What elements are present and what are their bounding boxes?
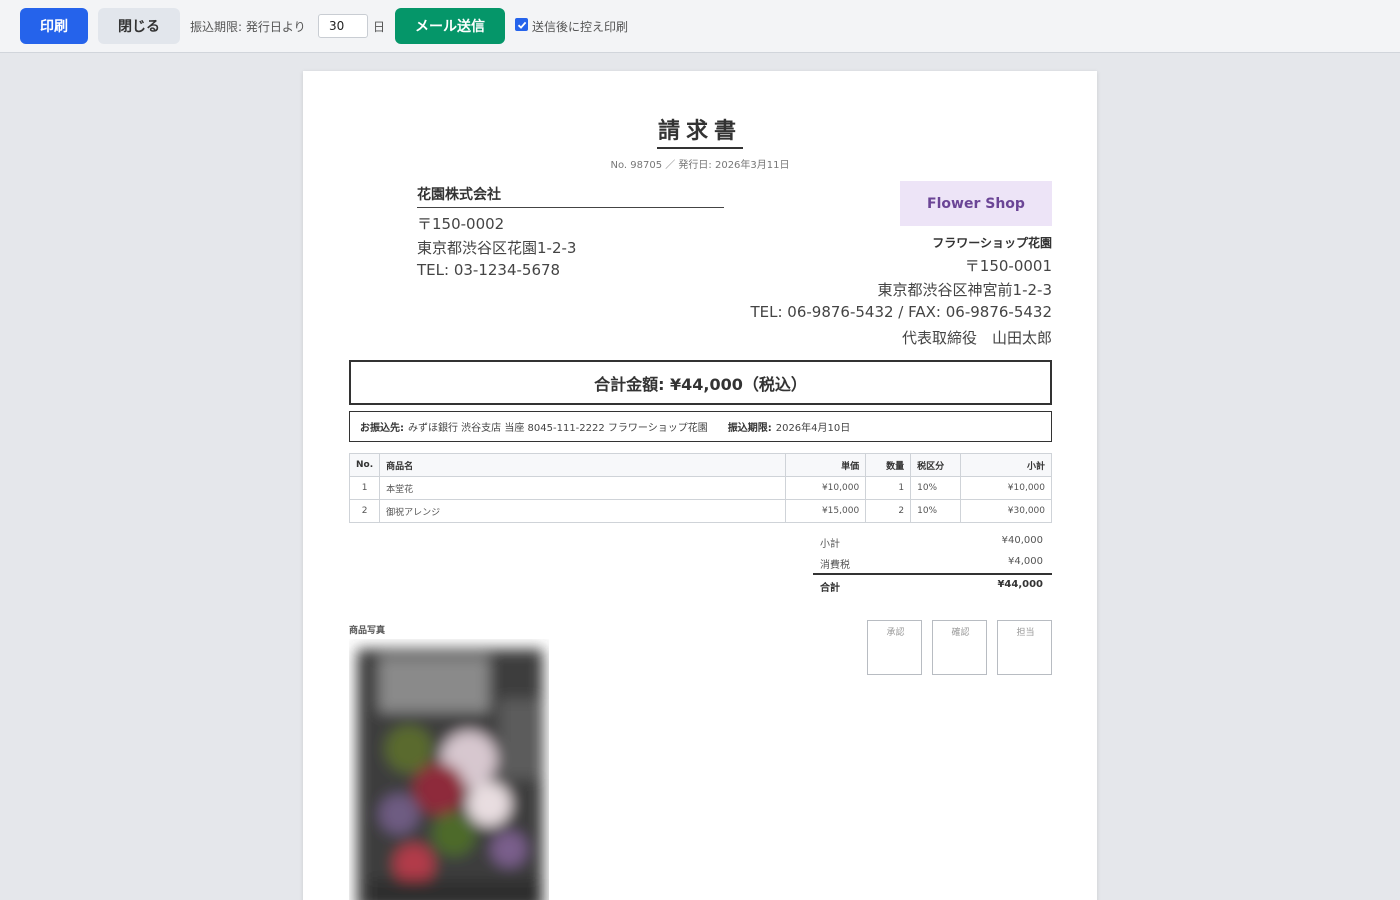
- row-no: 1: [348, 476, 381, 500]
- client-address: 東京都渋谷区花園1-2-3: [417, 239, 577, 257]
- invoice-paper: 請求書 No. 98705 ／ 発行日: 2026年3月11日 花園株式会社 〒…: [303, 71, 1097, 900]
- send-mail-button[interactable]: メール送信: [395, 8, 505, 44]
- bank-info: お振込先: みずほ銀行 渋谷支店 当座 8045-111-2222 フラワーショ…: [349, 411, 1052, 442]
- row-item-name: 本堂花: [379, 476, 787, 500]
- row-subtotal: ¥10,000: [960, 476, 1052, 500]
- summary-total-label: 合計: [820, 583, 840, 594]
- bank-due-label: 振込期限:: [727, 423, 772, 434]
- stamp-label-confirm: 確認: [951, 628, 970, 638]
- product-photo-label: 商品写真: [349, 626, 386, 636]
- stamp-box-approve: 承認: [867, 620, 922, 675]
- title-underline: [657, 147, 743, 149]
- row-tax-class: 10%: [910, 499, 962, 523]
- summary-tax-value: ¥4,000: [1008, 556, 1043, 567]
- table-row: 2 御祝アレンジ ¥15,000 2 10% ¥30,000: [348, 499, 1052, 523]
- check-icon: [517, 21, 526, 29]
- bank-label: お振込先:: [360, 423, 404, 434]
- issuer-address: 東京都渋谷区神宮前1-2-3: [877, 281, 1052, 299]
- row-quantity: 1: [865, 476, 912, 500]
- header-tax-class: 税区分: [910, 453, 962, 477]
- invoice-meta: No. 98705 ／ 発行日: 2026年3月11日: [610, 160, 790, 171]
- stamp-label-approve: 承認: [886, 628, 905, 638]
- stamp-box-staff: 担当: [997, 620, 1052, 675]
- print-button[interactable]: 印刷: [20, 8, 88, 44]
- row-no: 2: [348, 499, 381, 523]
- stamp-label-staff: 担当: [1016, 628, 1035, 638]
- table-header-row: No. 商品名 単価 数量 税区分 小計: [348, 453, 1052, 477]
- items-table: No. 商品名 単価 数量 税区分 小計 1 本堂花 ¥10,000 1 10%…: [348, 453, 1052, 523]
- header-no: No.: [348, 453, 381, 477]
- close-button[interactable]: 閉じる: [98, 8, 180, 44]
- summary-subtotal-label: 小計: [820, 539, 840, 550]
- header-item-name: 商品名: [379, 453, 787, 477]
- summary-tax-label: 消費税: [820, 560, 850, 571]
- toolbar: 印刷 閉じる 振込期限: 発行日より 日 メール送信 送信後に控え印刷: [0, 0, 1400, 53]
- row-item-name: 御祝アレンジ: [379, 499, 787, 523]
- due-days-label: 振込期限: 発行日より: [190, 20, 306, 34]
- row-unit-price: ¥15,000: [785, 499, 867, 523]
- issuer-representative: 代表取締役 山田太郎: [901, 329, 1052, 347]
- invoice-title: 請求書: [657, 119, 742, 144]
- header-quantity: 数量: [865, 453, 912, 477]
- issuer-tel-fax: TEL: 06-9876-5432 / FAX: 06-9876-5432: [750, 303, 1052, 321]
- row-unit-price: ¥10,000: [785, 476, 867, 500]
- client-tel: TEL: 03-1234-5678: [417, 261, 561, 279]
- due-days-input[interactable]: [318, 14, 368, 38]
- client-postal: 〒150-0002: [417, 215, 505, 233]
- summary-total-value: ¥44,000: [997, 579, 1043, 590]
- table-row: 1 本堂花 ¥10,000 1 10% ¥10,000: [348, 476, 1052, 500]
- bank-text: みずほ銀行 渋谷支店 当座 8045-111-2222 フラワーショップ花園: [408, 423, 708, 434]
- copy-print-checkbox[interactable]: [515, 18, 528, 31]
- days-unit-label: 日: [373, 20, 386, 34]
- client-name: 花園株式会社: [417, 187, 501, 203]
- shop-logo: Flower Shop: [900, 181, 1052, 226]
- summary-subtotal-value: ¥40,000: [1001, 535, 1043, 546]
- total-amount-banner: 合計金額: ¥44,000（税込）: [349, 360, 1052, 405]
- issuer-postal: 〒150-0001: [964, 257, 1052, 275]
- stamp-box-confirm: 確認: [932, 620, 987, 675]
- client-name-underline: [417, 207, 724, 208]
- row-quantity: 2: [865, 499, 912, 523]
- header-line-subtotal: 小計: [960, 453, 1052, 477]
- copy-print-label[interactable]: 送信後に控え印刷: [532, 18, 628, 35]
- row-tax-class: 10%: [910, 476, 962, 500]
- product-photo: [349, 639, 549, 900]
- bank-due-date: 2026年4月10日: [775, 423, 851, 434]
- row-subtotal: ¥30,000: [960, 499, 1052, 523]
- issuer-name: フラワーショップ花園: [932, 236, 1052, 250]
- summary-divider: [813, 573, 1052, 575]
- header-unit-price: 単価: [785, 453, 867, 477]
